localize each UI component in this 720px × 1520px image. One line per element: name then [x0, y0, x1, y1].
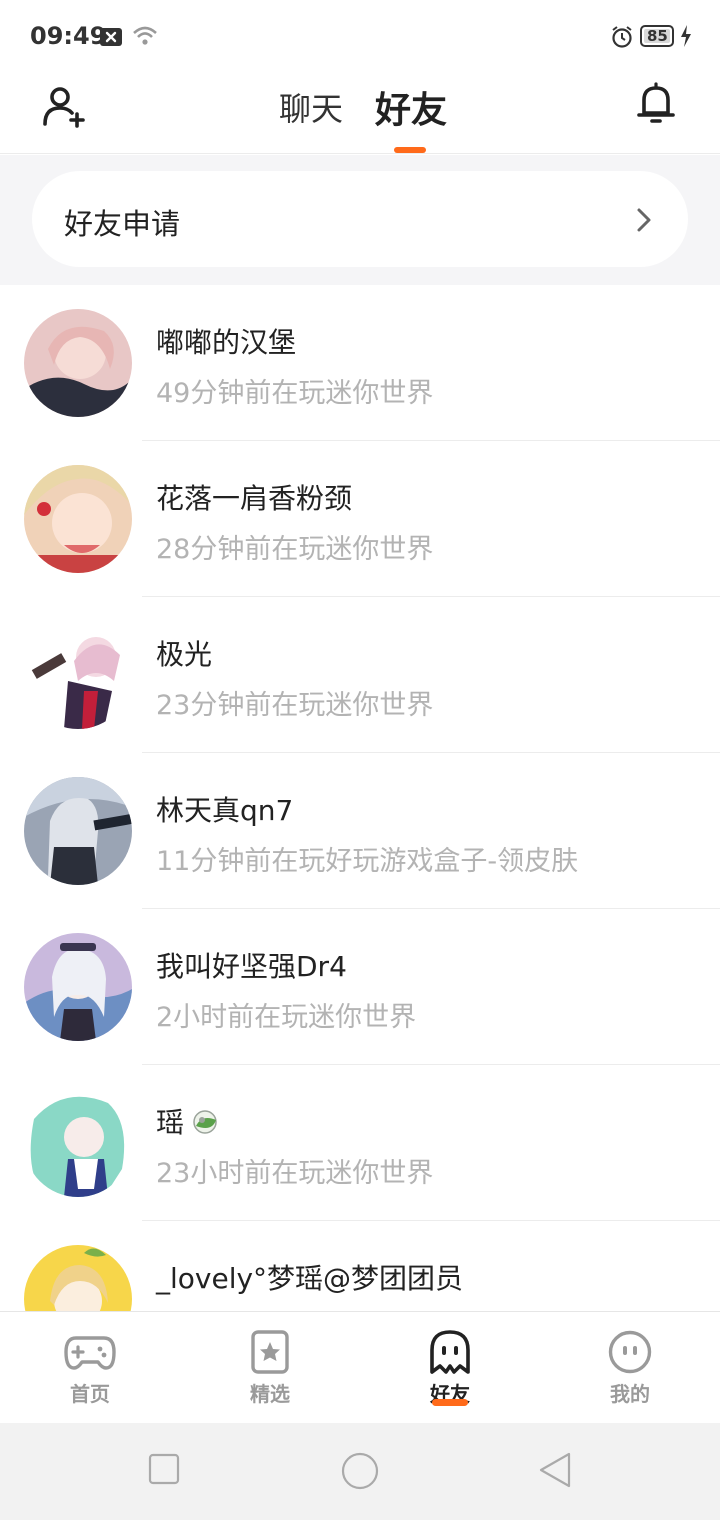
friend-name: 嘟嘟的汉堡	[156, 326, 297, 359]
nav-label: 我的	[610, 1382, 650, 1406]
friend-list: 嘟嘟的汉堡 49分钟前在玩迷你世界 花落一肩香粉颈 28分钟前在玩迷你世界 极光…	[0, 285, 720, 1311]
avatar	[24, 933, 132, 1041]
nav-home[interactable]: 首页	[0, 1312, 180, 1424]
friend-status: 28分钟前在玩迷你世界	[156, 534, 434, 565]
avatar	[24, 1089, 132, 1197]
friend-row[interactable]: 林天真qn7 11分钟前在玩好玩游戏盒子-领皮肤	[0, 753, 720, 909]
tab-chat[interactable]: 聊天	[279, 84, 343, 130]
back-button[interactable]	[538, 1451, 572, 1493]
friend-status: 11分钟前在玩好玩游戏盒子-领皮肤	[156, 846, 579, 877]
friend-name: _lovely°梦瑶@梦团团员	[156, 1262, 464, 1295]
nav-label: 精选	[250, 1382, 290, 1406]
status-bar: 09:49 85	[0, 0, 720, 72]
ghost-icon	[424, 1330, 476, 1374]
top-header: 聊天 好友	[0, 72, 720, 154]
gamepad-icon	[64, 1330, 116, 1374]
friend-name-text: 瑶	[156, 1106, 185, 1139]
bottom-nav: 首页 精选 好友 我的	[0, 1311, 720, 1423]
add-user-icon[interactable]	[42, 84, 88, 134]
star-icon	[244, 1330, 296, 1374]
alarm-icon	[610, 25, 634, 53]
friend-row[interactable]: _lovely°梦瑶@梦团团员	[0, 1221, 720, 1311]
nav-friends[interactable]: 好友	[360, 1312, 540, 1424]
avatar	[24, 309, 132, 417]
home-button[interactable]	[341, 1452, 379, 1494]
nav-active-indicator	[432, 1399, 468, 1406]
nav-featured[interactable]: 精选	[180, 1312, 360, 1424]
friend-request-label: 好友申请	[64, 207, 181, 241]
smiley-icon	[604, 1330, 656, 1374]
wifi-icon	[132, 25, 158, 51]
tab-active-indicator	[394, 147, 426, 153]
friend-row[interactable]: 我叫好坚强Dr4 2小时前在玩迷你世界	[0, 909, 720, 1065]
friend-status: 49分钟前在玩迷你世界	[156, 378, 434, 409]
friend-request-section: 好友申请	[0, 155, 720, 285]
friend-status: 23分钟前在玩迷你世界	[156, 690, 434, 721]
friend-name: 花落一肩香粉颈	[156, 482, 353, 515]
friend-name: 极光	[156, 638, 213, 671]
avatar	[24, 1245, 132, 1311]
recent-apps-button[interactable]	[148, 1453, 180, 1489]
notification-x-icon	[100, 28, 122, 50]
chevron-right-icon	[636, 207, 652, 237]
friend-row[interactable]: 极光 23分钟前在玩迷你世界	[0, 597, 720, 753]
friend-status: 23小时前在玩迷你世界	[156, 1158, 434, 1189]
friend-name: 我叫好坚强Dr4	[156, 950, 347, 983]
friend-status: 2小时前在玩迷你世界	[156, 1002, 417, 1033]
battery-level: 85	[647, 27, 668, 45]
friend-request-button[interactable]: 好友申请	[32, 171, 688, 267]
tab-friends[interactable]: 好友	[375, 81, 447, 133]
friend-name: 瑶	[156, 1101, 220, 1141]
charging-icon	[680, 25, 692, 51]
leaf-badge-icon	[190, 1108, 220, 1141]
avatar	[24, 621, 132, 729]
friend-name: 林天真qn7	[156, 794, 294, 827]
bell-icon[interactable]	[636, 82, 676, 130]
friend-row[interactable]: 嘟嘟的汉堡 49分钟前在玩迷你世界	[0, 285, 720, 441]
friend-row[interactable]: 花落一肩香粉颈 28分钟前在玩迷你世界	[0, 441, 720, 597]
status-time: 09:49	[30, 22, 107, 50]
nav-label: 首页	[70, 1382, 110, 1406]
nav-me[interactable]: 我的	[540, 1312, 720, 1424]
friend-row[interactable]: 瑶 23小时前在玩迷你世界	[0, 1065, 720, 1221]
avatar	[24, 465, 132, 573]
system-nav-bar	[0, 1423, 720, 1520]
avatar	[24, 777, 132, 885]
